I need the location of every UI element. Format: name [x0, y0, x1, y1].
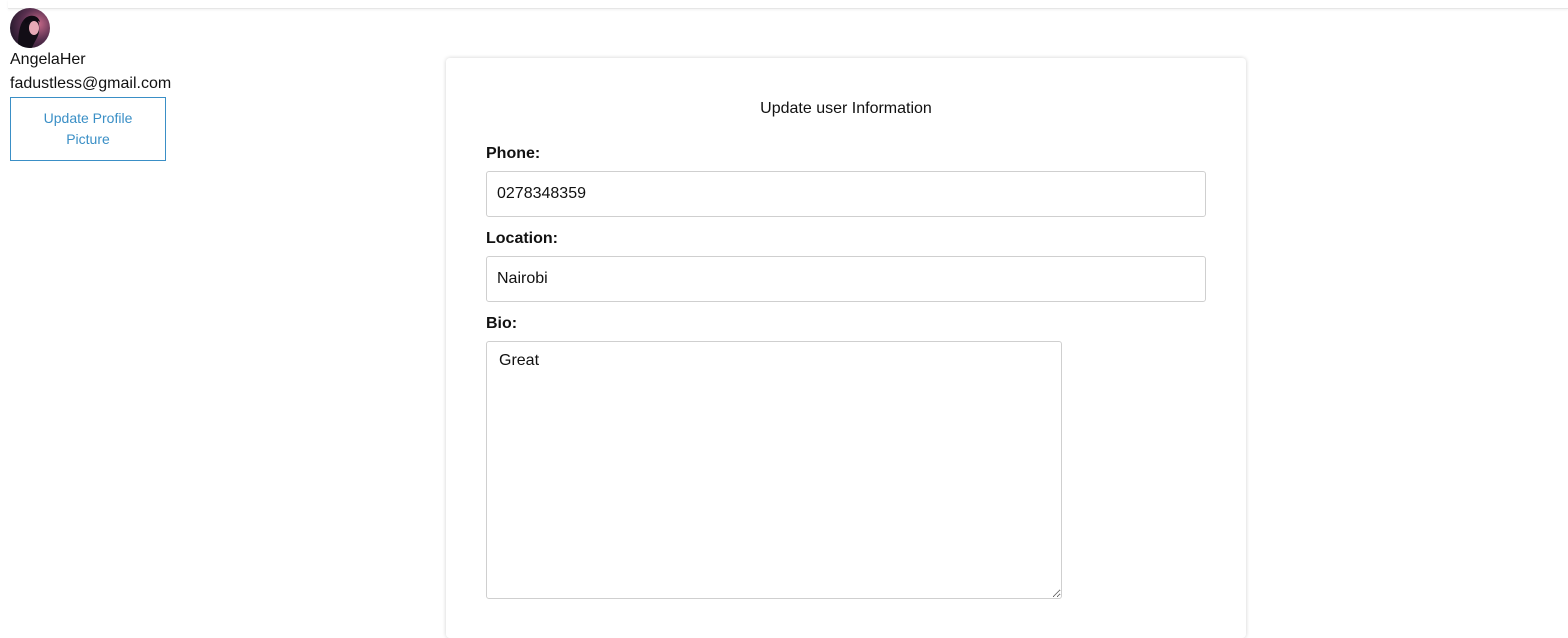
- avatar[interactable]: [10, 8, 50, 48]
- profile-username: AngelaHer: [10, 51, 86, 68]
- profile-panel: AngelaHer fadustless@gmail.com Update Pr…: [10, 8, 210, 161]
- bio-textarea[interactable]: Great: [486, 341, 1062, 599]
- form-title: Update user Information: [760, 100, 932, 117]
- profile-email: fadustless@gmail.com: [10, 75, 172, 92]
- phone-input[interactable]: [486, 171, 1206, 217]
- location-label: Location:: [486, 230, 558, 247]
- update-profile-picture-button[interactable]: Update Profile Picture: [10, 97, 166, 161]
- phone-label: Phone:: [486, 145, 541, 162]
- bio-label: Bio:: [486, 315, 518, 332]
- location-input[interactable]: [486, 256, 1206, 302]
- user-avatar-icon: [10, 8, 50, 48]
- update-info-card: Update user Information Phone: Location:…: [446, 58, 1246, 638]
- top-navbar: [8, 0, 1568, 9]
